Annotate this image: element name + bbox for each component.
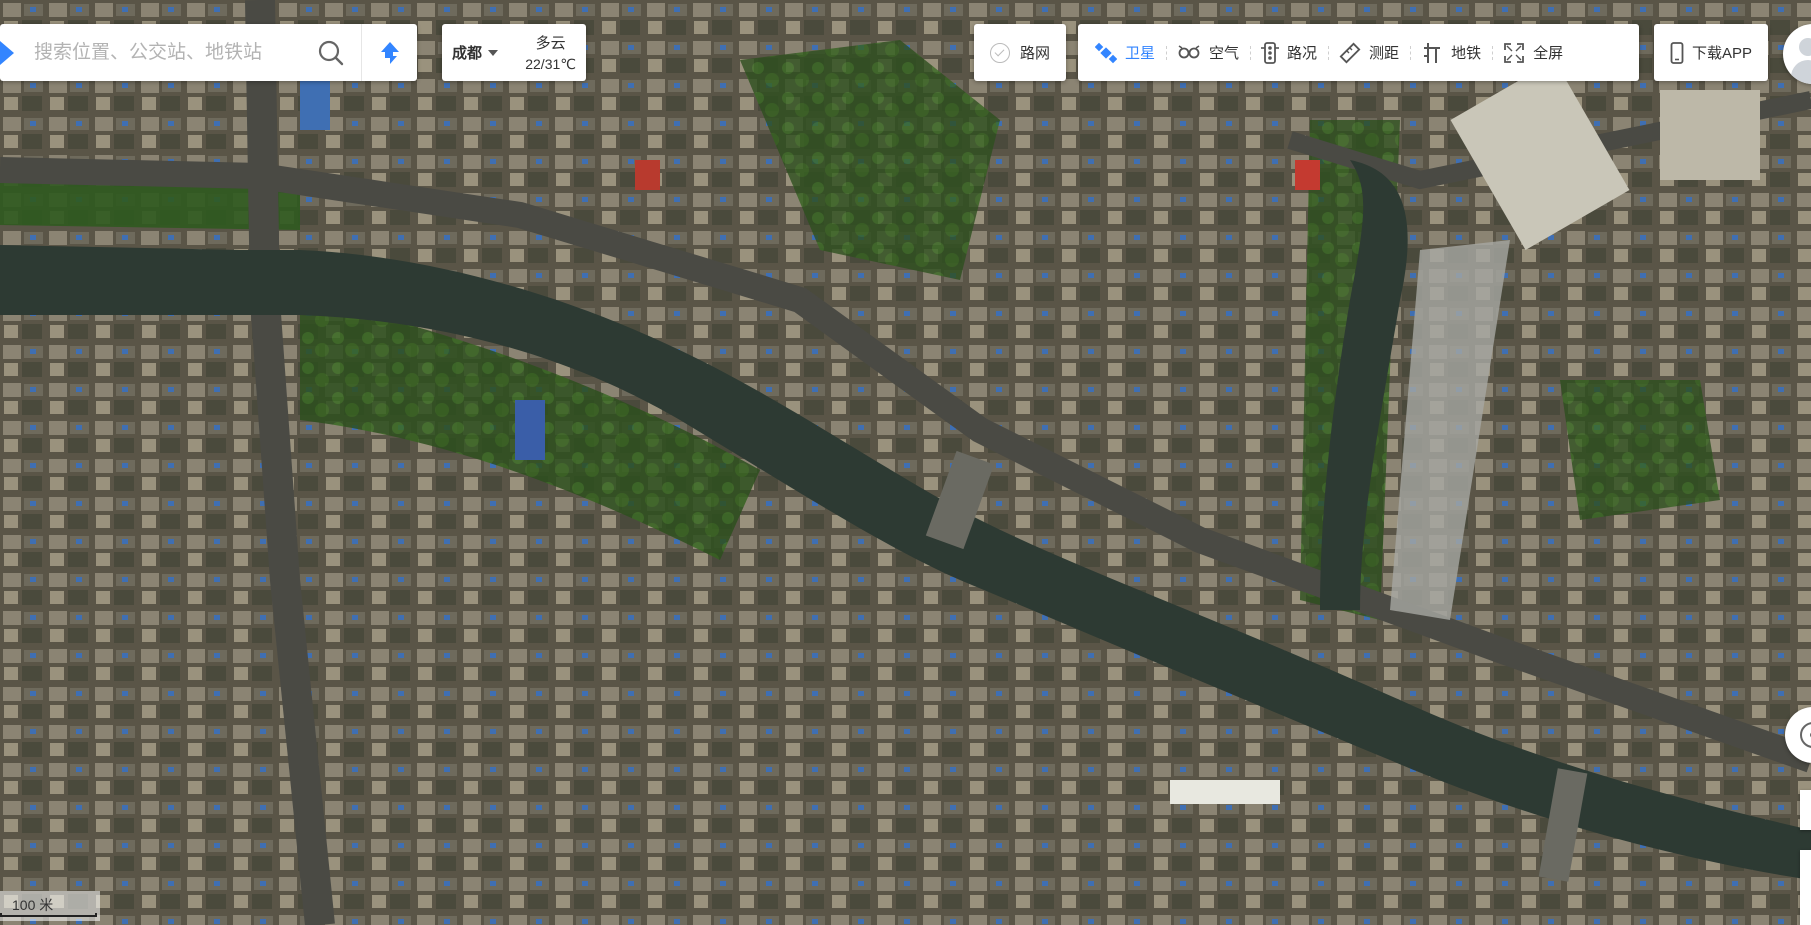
ruler-icon (1339, 42, 1361, 63)
air-icon (1178, 44, 1200, 58)
zoom-out-button[interactable] (1800, 850, 1811, 925)
weather-info[interactable]: 多云 22/31℃ (525, 32, 576, 73)
route-arrow-icon (381, 41, 399, 64)
city-select[interactable]: 成都 (452, 42, 499, 63)
satellite-map[interactable] (0, 0, 1811, 925)
blue-roof (515, 400, 545, 460)
avatar-body (1791, 60, 1811, 84)
chevron-down-icon (488, 49, 499, 56)
locate-icon (1800, 722, 1811, 748)
roadnet-label: 路网 (1019, 45, 1050, 62)
traffic-light-icon (1261, 41, 1280, 64)
building (1170, 780, 1280, 804)
city-name: 成都 (452, 45, 483, 62)
logo-icon (0, 33, 24, 73)
blue-roof (300, 80, 330, 130)
roadnet-toggle[interactable]: 路网 (974, 24, 1066, 81)
tool-satellite[interactable]: 卫星 (1084, 24, 1166, 81)
satellite-icon (1095, 42, 1117, 63)
locate-button[interactable] (1785, 707, 1811, 763)
search-panel (0, 24, 417, 81)
scale-label: 100 米 (12, 897, 54, 913)
weather-temperature: 22/31℃ (525, 56, 576, 72)
tool-label: 空气 (1209, 45, 1240, 62)
scale-line (0, 913, 97, 917)
weather-panel: 成都 多云 22/31℃ (442, 24, 586, 81)
check-circle-icon (989, 42, 1010, 63)
tool-label: 全屏 (1533, 45, 1564, 62)
search-icon[interactable] (316, 38, 346, 68)
tool-label: 地铁 (1451, 45, 1482, 62)
tool-label: 测距 (1369, 45, 1400, 62)
tool-traffic[interactable]: 路况 (1250, 24, 1328, 81)
download-label: 下载APP (1691, 45, 1752, 62)
avatar-head (1799, 38, 1811, 56)
scale-bar: 100 米 (0, 891, 100, 921)
red-roof (1295, 160, 1320, 190)
tool-label: 路况 (1287, 45, 1318, 62)
tool-fullscreen[interactable]: 全屏 (1492, 24, 1574, 81)
zoom-in-button[interactable] (1800, 790, 1811, 830)
download-app-button[interactable]: 下载APP (1654, 24, 1768, 81)
phone-icon (1670, 41, 1684, 64)
subway-icon (1424, 42, 1441, 63)
weather-description: 多云 (535, 35, 566, 52)
tool-subway[interactable]: 地铁 (1410, 24, 1492, 81)
building (1660, 90, 1760, 180)
park-area (1560, 380, 1720, 520)
tool-air[interactable]: 空气 (1166, 24, 1250, 81)
route-button[interactable] (361, 24, 418, 81)
search-input[interactable] (32, 40, 316, 65)
tool-measure[interactable]: 测距 (1328, 24, 1410, 81)
red-roof (635, 160, 660, 190)
fullscreen-icon (1504, 42, 1524, 63)
tool-label: 卫星 (1125, 45, 1156, 62)
map-toolbar: 卫星 空气 路况 测距 地铁 全屏 (1078, 24, 1639, 81)
